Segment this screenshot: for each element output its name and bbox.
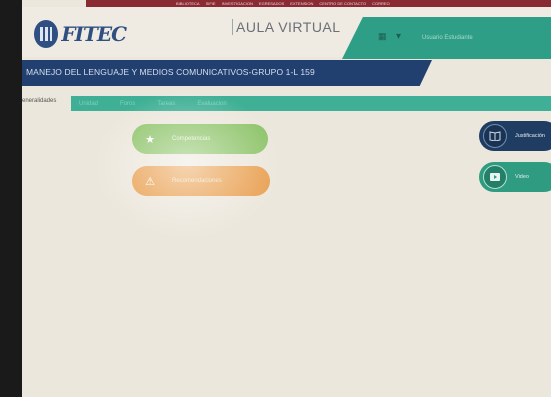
dropdown-icon[interactable]: ▾ bbox=[396, 31, 401, 42]
screen-glare bbox=[92, 90, 282, 240]
recomendaciones-label: Recomendaciones bbox=[172, 178, 222, 184]
tab-item[interactable]: Unidad bbox=[79, 101, 98, 107]
apps-grid-icon[interactable]: ▦ bbox=[378, 32, 387, 41]
nav-link[interactable]: EXTENSION bbox=[290, 1, 313, 6]
page-title: AULA VIRTUAL bbox=[232, 19, 341, 35]
logo-emblem-icon bbox=[34, 20, 59, 48]
tab-generalidades[interactable]: eneralidades bbox=[22, 98, 56, 104]
user-bar: ▦ ▾ Usuario Estudiante bbox=[342, 17, 551, 59]
top-navigation: BIBLIOTECA SIFIE INVESTIGACION EGRESADOS… bbox=[86, 0, 551, 7]
course-title: MANEJO DEL LENGUAJE Y MEDIOS COMUNICATIV… bbox=[26, 67, 315, 77]
tab-strip: Unidad Foros Tareas Evaluacion bbox=[71, 96, 551, 111]
video-label: Video bbox=[515, 174, 529, 180]
screen: BIBLIOTECA SIFIE INVESTIGACION EGRESADOS… bbox=[22, 0, 551, 397]
warning-icon: ⚠ bbox=[145, 175, 155, 188]
play-icon bbox=[483, 165, 507, 189]
justificacion-label: Justificación bbox=[515, 133, 545, 139]
book-icon bbox=[483, 124, 507, 148]
nav-link[interactable]: INVESTIGACION bbox=[222, 1, 253, 6]
user-menu[interactable]: Usuario Estudiante bbox=[422, 35, 473, 41]
nav-link[interactable]: BIBLIOTECA bbox=[176, 1, 200, 6]
justificacion-button[interactable]: Justificación bbox=[479, 121, 551, 151]
logo-text: FITEC bbox=[61, 22, 127, 46]
nav-link[interactable]: EGRESADOS bbox=[259, 1, 284, 6]
competencias-button[interactable]: ★ Competencias bbox=[132, 124, 268, 154]
header: FITEC AULA VIRTUAL ▦ ▾ Usuario Estudiant… bbox=[22, 7, 551, 59]
tab-bar: eneralidades Unidad Foros Tareas Evaluac… bbox=[22, 96, 551, 111]
tab-item[interactable]: Foros bbox=[120, 101, 135, 107]
course-title-bar: MANEJO DEL LENGUAJE Y MEDIOS COMUNICATIV… bbox=[22, 60, 432, 86]
recomendaciones-button[interactable]: ⚠ Recomendaciones bbox=[132, 166, 270, 196]
competencias-label: Competencias bbox=[172, 136, 211, 142]
site-logo[interactable]: FITEC bbox=[34, 19, 127, 49]
video-button[interactable]: Video bbox=[479, 162, 551, 192]
tab-item[interactable]: Tareas bbox=[157, 101, 175, 107]
nav-link[interactable]: SIFIE bbox=[206, 1, 216, 6]
star-icon: ★ bbox=[145, 133, 155, 146]
tab-item[interactable]: Evaluacion bbox=[197, 101, 226, 107]
nav-link[interactable]: CORREO bbox=[372, 1, 390, 6]
nav-link[interactable]: CENTRO DE CONTACTO bbox=[319, 1, 366, 6]
